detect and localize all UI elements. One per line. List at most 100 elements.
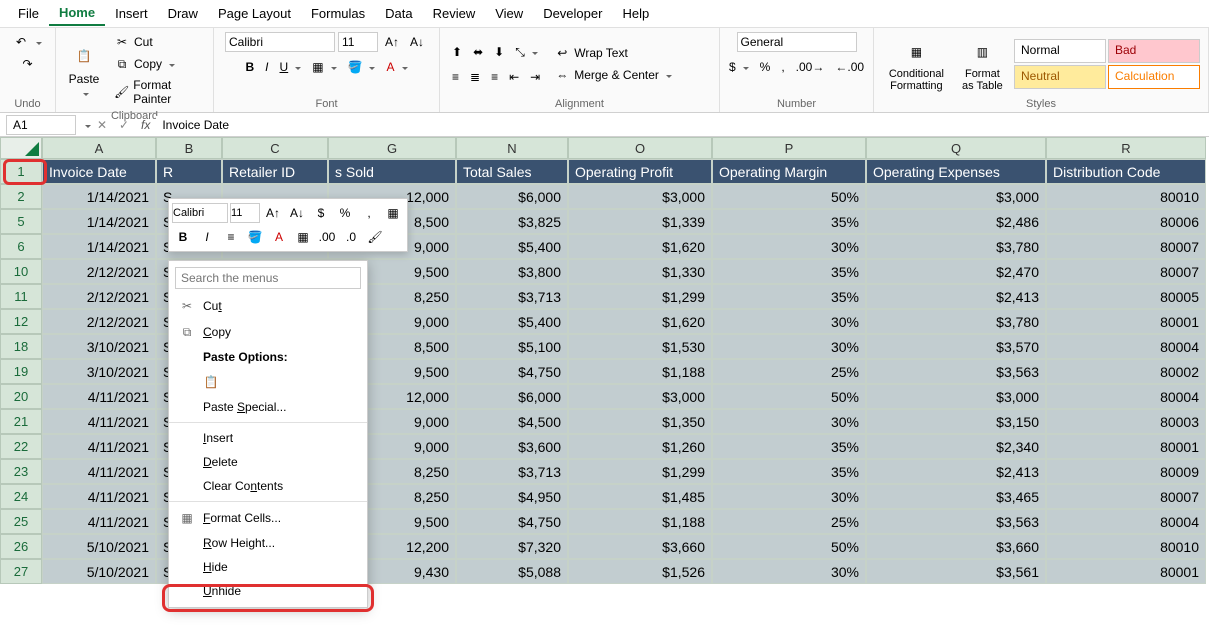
cell[interactable]: $3,780 (866, 234, 1046, 259)
mini-fill-color[interactable]: 🪣 (244, 226, 266, 248)
row-header[interactable]: 12 (0, 309, 42, 334)
orientation-button[interactable]: ⤡ (511, 43, 542, 62)
cell[interactable]: 30% (712, 234, 866, 259)
cell[interactable]: 2/12/2021 (42, 284, 156, 309)
cell[interactable]: $1,620 (568, 234, 712, 259)
menu-view[interactable]: View (485, 2, 533, 25)
decrease-indent-button[interactable]: ⇤ (505, 68, 523, 86)
number-format-select[interactable] (737, 32, 857, 52)
menu-draw[interactable]: Draw (158, 2, 208, 25)
select-all-button[interactable] (0, 137, 42, 159)
cell[interactable]: $4,750 (456, 359, 568, 384)
cell[interactable]: 80009 (1046, 459, 1206, 484)
comma-button[interactable]: , (777, 58, 788, 76)
style-calculation[interactable]: Calculation (1108, 65, 1200, 89)
mini-bold[interactable]: B (172, 226, 194, 248)
format-painter-button[interactable]: 🖌Format Painter (110, 76, 205, 108)
cell[interactable]: 30% (712, 309, 866, 334)
cell[interactable]: 35% (712, 259, 866, 284)
mini-font-select[interactable] (172, 203, 228, 223)
cell[interactable]: 35% (712, 459, 866, 484)
cell[interactable]: 80001 (1046, 309, 1206, 334)
cell[interactable]: 3/10/2021 (42, 334, 156, 359)
cell[interactable]: 2/12/2021 (42, 259, 156, 284)
cell[interactable]: 5/10/2021 (42, 534, 156, 559)
mini-italic[interactable]: I (196, 226, 218, 248)
cell[interactable]: $6,000 (456, 384, 568, 409)
header-cell[interactable]: Total Sales (456, 159, 568, 184)
decrease-decimal-button[interactable]: ←.00 (831, 58, 868, 76)
cell[interactable]: $2,470 (866, 259, 1046, 284)
mini-size-select[interactable] (230, 203, 260, 223)
menu-page-layout[interactable]: Page Layout (208, 2, 301, 25)
header-cell[interactable]: s Sold (328, 159, 456, 184)
cell[interactable]: 80010 (1046, 534, 1206, 559)
row-header[interactable]: 27 (0, 559, 42, 584)
menu-file[interactable]: File (8, 2, 49, 25)
bold-button[interactable]: B (242, 58, 259, 76)
paste-button[interactable]: 📋 Paste (64, 38, 104, 102)
header-cell[interactable]: Distribution Code (1046, 159, 1206, 184)
cell[interactable]: $3,660 (866, 534, 1046, 559)
cell[interactable]: 50% (712, 384, 866, 409)
mini-borders[interactable]: ▦ (292, 226, 314, 248)
cell[interactable]: $1,260 (568, 434, 712, 459)
formula-input[interactable] (156, 116, 1209, 134)
name-box[interactable] (6, 115, 76, 135)
mini-comma[interactable]: , (358, 202, 380, 224)
cell[interactable]: 1/14/2021 (42, 184, 156, 209)
menu-help[interactable]: Help (612, 2, 659, 25)
accounting-button[interactable]: $ (725, 58, 753, 76)
cell[interactable]: $1,485 (568, 484, 712, 509)
align-bottom-button[interactable]: ⬇ (490, 43, 508, 61)
italic-button[interactable]: I (261, 58, 272, 76)
ctx-unhide[interactable]: Unhide (169, 579, 367, 603)
row-header[interactable]: 2 (0, 184, 42, 209)
cell[interactable]: $3,563 (866, 509, 1046, 534)
cell[interactable]: 4/11/2021 (42, 409, 156, 434)
menu-home[interactable]: Home (49, 1, 105, 26)
cell[interactable]: $3,660 (568, 534, 712, 559)
cell[interactable]: 80004 (1046, 334, 1206, 359)
cell[interactable]: $3,713 (456, 284, 568, 309)
cell[interactable]: 4/11/2021 (42, 384, 156, 409)
cell[interactable]: $2,340 (866, 434, 1046, 459)
cell-styles-gallery[interactable]: Normal Bad Neutral Calculation (1014, 39, 1200, 89)
cell[interactable]: 50% (712, 184, 866, 209)
row-header[interactable]: 25 (0, 509, 42, 534)
fx-icon[interactable]: fx (135, 118, 156, 132)
cell[interactable]: $4,750 (456, 509, 568, 534)
cell[interactable]: $3,150 (866, 409, 1046, 434)
cell[interactable]: $3,563 (866, 359, 1046, 384)
mini-dec-dec[interactable]: .0 (340, 226, 362, 248)
cell[interactable]: 50% (712, 534, 866, 559)
cell[interactable]: $3,000 (866, 184, 1046, 209)
cell[interactable]: 80004 (1046, 384, 1206, 409)
cell[interactable]: 4/11/2021 (42, 459, 156, 484)
column-header-B[interactable]: B (156, 137, 222, 159)
cell[interactable]: 80001 (1046, 434, 1206, 459)
copy-button[interactable]: ⧉Copy (110, 54, 205, 74)
cell[interactable]: $3,600 (456, 434, 568, 459)
cell[interactable]: $3,000 (568, 184, 712, 209)
cell[interactable]: 30% (712, 409, 866, 434)
mini-format-painter[interactable]: 🖌 (364, 226, 386, 248)
ctx-paste-special[interactable]: Paste Special... (169, 395, 367, 419)
borders-button[interactable]: ▦ (308, 58, 340, 76)
header-cell[interactable]: Operating Profit (568, 159, 712, 184)
row-header[interactable]: 21 (0, 409, 42, 434)
ctx-copy[interactable]: ⧉Copy (169, 319, 367, 345)
cell[interactable]: $1,530 (568, 334, 712, 359)
align-center-button[interactable]: ≣ (466, 68, 484, 86)
cell[interactable]: $1,330 (568, 259, 712, 284)
cell[interactable]: $3,780 (866, 309, 1046, 334)
context-search-input[interactable] (175, 267, 361, 289)
font-name-select[interactable] (225, 32, 335, 52)
align-left-button[interactable]: ≡ (448, 68, 463, 86)
row-header[interactable]: 11 (0, 284, 42, 309)
cell[interactable]: 80007 (1046, 484, 1206, 509)
cell[interactable]: 5/10/2021 (42, 559, 156, 584)
cell[interactable]: $1,350 (568, 409, 712, 434)
cell[interactable]: 80006 (1046, 209, 1206, 234)
enter-formula-button[interactable]: ✓ (113, 114, 135, 136)
